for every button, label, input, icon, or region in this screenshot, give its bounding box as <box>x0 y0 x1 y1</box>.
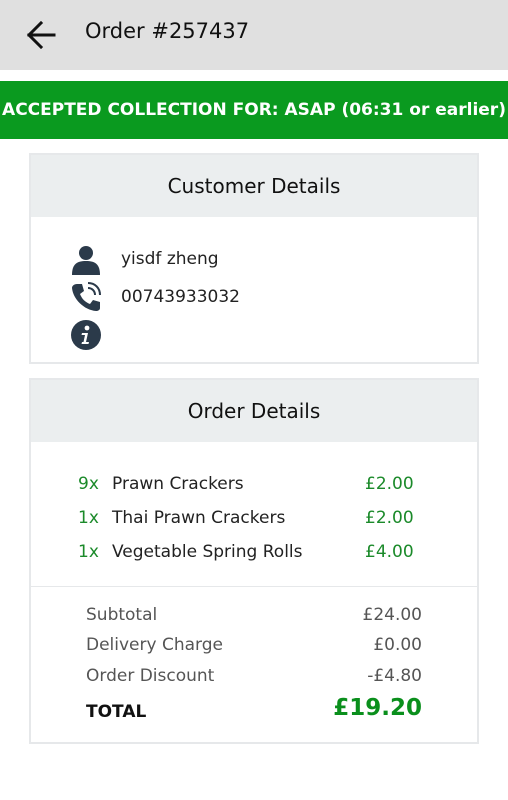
subtotal-value: £24.00 <box>362 605 422 625</box>
order-discount-value: -£4.80 <box>367 666 422 686</box>
total-value: £19.20 <box>333 695 422 721</box>
customer-phone[interactable]: 00743933032 <box>121 287 240 307</box>
item-quantity: 1x <box>78 508 99 528</box>
back-button[interactable] <box>24 20 58 50</box>
item-price: £2.00 <box>365 508 414 528</box>
item-quantity: 9x <box>78 474 99 494</box>
item-name: Thai Prawn Crackers <box>112 508 286 528</box>
page-title: Order #257437 <box>85 19 250 43</box>
arrow-left-icon <box>26 20 56 50</box>
item-price: £2.00 <box>365 474 414 494</box>
info-icon[interactable] <box>70 319 102 351</box>
customer-details-card: Customer Details yisdf zheng 00743933032 <box>29 153 479 364</box>
divider <box>31 586 477 587</box>
item-name: Vegetable Spring Rolls <box>112 542 303 562</box>
item-name: Prawn Crackers <box>112 474 244 494</box>
item-price: £4.00 <box>365 542 414 562</box>
person-icon <box>72 246 100 275</box>
app-bar: Order #257437 <box>0 0 508 70</box>
customer-details-heading: Customer Details <box>31 155 477 217</box>
delivery-charge-value: £0.00 <box>373 635 422 655</box>
status-banner: ACCEPTED COLLECTION FOR: ASAP (06:31 or … <box>0 81 508 139</box>
order-details-heading: Order Details <box>31 380 477 442</box>
order-discount-label: Order Discount <box>86 666 215 686</box>
order-details-card: Order Details 9x Prawn Crackers £2.00 1x… <box>29 378 479 744</box>
total-label: TOTAL <box>86 702 147 722</box>
phone-icon[interactable] <box>70 281 102 313</box>
item-quantity: 1x <box>78 542 99 562</box>
subtotal-label: Subtotal <box>86 605 158 625</box>
delivery-charge-label: Delivery Charge <box>86 635 223 655</box>
customer-name: yisdf zheng <box>121 249 219 269</box>
